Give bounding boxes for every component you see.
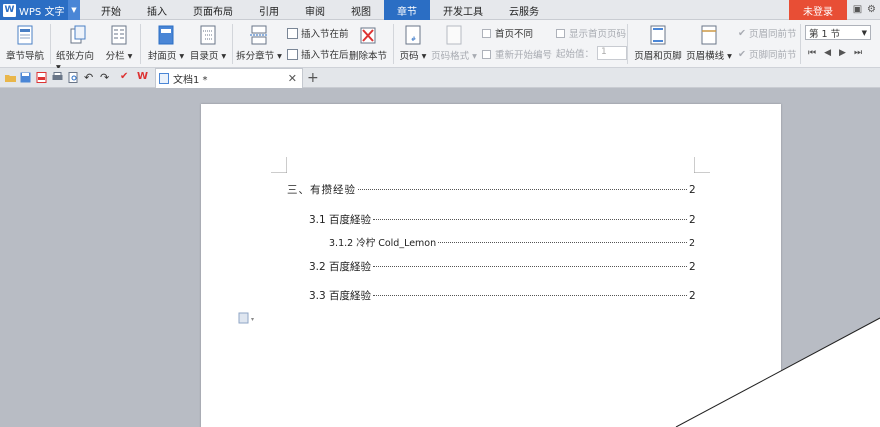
wps-logo-icon: W xyxy=(3,3,16,17)
cover-page-button[interactable]: 封面页 ▾ xyxy=(146,22,186,62)
page-number-icon: # xyxy=(405,25,421,45)
check-icon: ✔ xyxy=(738,27,746,39)
tab-1[interactable]: 插入 xyxy=(134,0,180,20)
section-nav-icon xyxy=(17,25,33,45)
skin-icon[interactable]: ▣ xyxy=(852,4,863,15)
toc-entry[interactable]: 3.1.2 冷柠 Cold_Lemon 2 xyxy=(329,235,695,249)
settings-icon[interactable]: ⚙ xyxy=(866,4,877,15)
new-tab-button[interactable]: + xyxy=(307,70,319,86)
toc-entry[interactable]: 3.2 百度経验 2 xyxy=(309,259,696,274)
header-footer-button[interactable]: 页眉和页脚 xyxy=(632,22,684,62)
undo-icon[interactable]: ↶ xyxy=(84,71,95,84)
svg-text:▾: ▾ xyxy=(251,316,254,323)
split-section-button[interactable]: 拆分章节 ▾ xyxy=(236,22,282,62)
restart-numbering-checkbox[interactable]: 重新开始编号 xyxy=(482,47,552,61)
previous-section-icon[interactable]: ◀ xyxy=(824,48,831,58)
document-page[interactable]: 三、有攒经验 2 3.1 百度経验 2 3.1.2 冷柠 Cold_Lemon 2 3… xyxy=(201,104,781,427)
first-page-different-checkbox[interactable]: 首页不同 xyxy=(482,26,533,40)
start-value-field[interactable]: 起始值： 1 xyxy=(556,46,628,60)
tab-8[interactable]: 云服务 xyxy=(496,0,552,20)
page-number-button[interactable]: # 页码 ▾ xyxy=(396,22,430,62)
header-line-button[interactable]: 页眉横线 ▾ xyxy=(686,22,732,62)
header-same-as-previous-button[interactable]: ✔ 页眉同前节 xyxy=(738,26,796,41)
first-section-icon[interactable]: ⏮ xyxy=(808,48,816,58)
delete-section-icon xyxy=(360,27,376,44)
columns-icon xyxy=(111,25,127,45)
margin-corner-top-right xyxy=(694,157,710,173)
toc-page-icon xyxy=(200,25,216,45)
toc-entry[interactable]: 3.3 百度経验 2 xyxy=(309,288,696,303)
save-icon[interactable] xyxy=(20,72,31,83)
split-section-icon xyxy=(250,25,268,45)
svg-text:#: # xyxy=(411,36,416,43)
paper-orientation-icon xyxy=(70,25,86,44)
check-icon: ✔ xyxy=(738,48,746,60)
show-first-page-number-checkbox[interactable]: 显示首页页码 xyxy=(556,26,626,40)
menu-bar: W WPS 文字 ▼ 开始 插入 页面布局 引用 审阅 视图 章节 开发工具 云服务 未登录 ▣… xyxy=(0,0,880,20)
document-icon xyxy=(159,73,169,84)
next-section-icon[interactable]: ▶ xyxy=(839,48,846,58)
tab-4[interactable]: 审阅 xyxy=(292,0,338,20)
ribbon-tabs: 开始 插入 页面布局 引用 审阅 视图 章节 开发工具 云服务 xyxy=(88,0,552,20)
footer-same-as-previous-button[interactable]: ✔ 页脚同前节 xyxy=(738,47,796,62)
open-folder-icon[interactable] xyxy=(5,72,16,83)
page-number-format-button[interactable]: 页码格式 ▾ xyxy=(430,22,478,62)
tab-2[interactable]: 页面布局 xyxy=(180,0,246,20)
header-line-icon xyxy=(701,25,717,45)
wps-logo-icon[interactable]: W xyxy=(137,71,148,82)
tab-6[interactable]: 章节 xyxy=(384,0,430,20)
delete-section-button[interactable]: 删除本节 xyxy=(348,22,388,62)
tab-7[interactable]: 开发工具 xyxy=(430,0,496,20)
section-nav-button[interactable]: 章节导航 xyxy=(6,22,44,62)
tab-0[interactable]: 开始 xyxy=(88,0,134,20)
ribbon-panel: 章节导航 纸张方向 ▾ 分栏 ▾ 封面页 ▾ 目录页 ▾ 拆分章节 ▾ 插入节在… xyxy=(0,20,880,73)
toc-entry[interactable]: 3.1 百度経验 2 xyxy=(309,212,696,227)
tab-3[interactable]: 引用 xyxy=(246,0,292,20)
last-section-icon[interactable]: ⏭ xyxy=(854,48,862,58)
paste-options-icon[interactable]: ▾ xyxy=(238,312,258,324)
cover-page-icon xyxy=(158,25,174,45)
tab-5[interactable]: 视图 xyxy=(338,0,384,20)
chevron-down-icon[interactable]: ▼ xyxy=(68,0,80,20)
insert-after-icon xyxy=(287,48,298,60)
insert-section-after-button[interactable]: 插入节在后 xyxy=(287,47,349,61)
margin-corner-top-left xyxy=(271,157,287,173)
export-pdf-icon[interactable] xyxy=(36,72,47,83)
toc-page-button[interactable]: 目录页 ▾ xyxy=(188,22,228,62)
print-preview-icon[interactable] xyxy=(68,72,79,83)
columns-button[interactable]: 分栏 ▾ xyxy=(104,22,134,62)
toc-entry[interactable]: 三、有攒经验 2 xyxy=(287,182,696,197)
section-navigation: ⏮ ◀ ▶ ⏭ xyxy=(808,48,862,58)
insert-before-icon xyxy=(287,27,298,39)
quick-access-toolbar: ↶ ↷ ✔ W xyxy=(0,68,880,88)
insert-section-before-button[interactable]: 插入节在前 xyxy=(287,26,349,40)
close-icon[interactable]: ✕ xyxy=(288,72,297,85)
login-button[interactable]: 未登录 xyxy=(789,0,847,20)
section-select[interactable]: 第 1 节 ▼ xyxy=(805,25,871,40)
app-name: WPS 文字 xyxy=(19,6,65,18)
document-tab[interactable]: 文档1 * ✕ xyxy=(155,68,303,88)
header-footer-icon xyxy=(650,25,666,45)
paper-orientation-button[interactable]: 纸张方向 ▾ xyxy=(56,22,100,73)
print-icon[interactable] xyxy=(52,72,63,83)
app-menu-button[interactable]: W WPS 文字 ▼ xyxy=(0,0,80,20)
format-painter-icon[interactable]: ✔ xyxy=(120,71,131,82)
chevron-down-icon: ▼ xyxy=(861,28,867,37)
page-format-icon xyxy=(446,25,462,45)
redo-icon[interactable]: ↷ xyxy=(100,71,111,84)
